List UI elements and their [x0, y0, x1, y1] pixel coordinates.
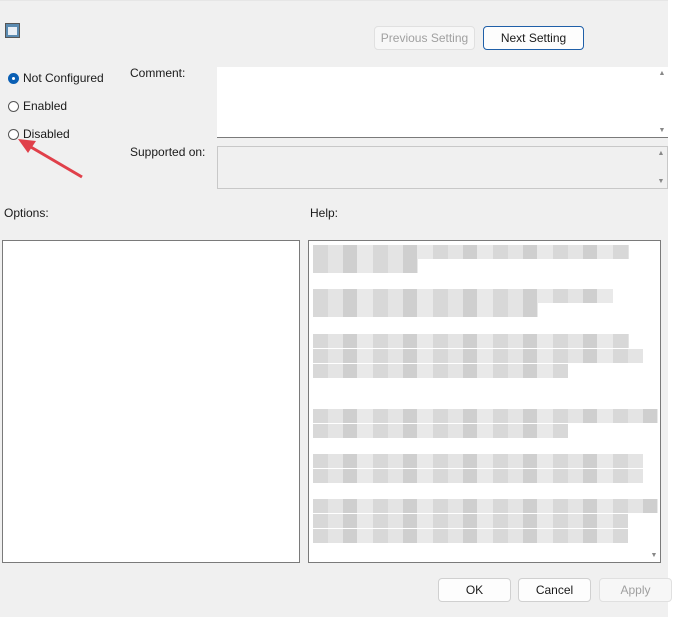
- supported-on-field: ▲ ▼: [217, 146, 668, 189]
- annotation-arrow-icon: [18, 139, 83, 179]
- supported-scrollbar[interactable]: ▲ ▼: [655, 147, 667, 188]
- radio-not-configured[interactable]: Not Configured: [8, 71, 104, 85]
- ok-button[interactable]: OK: [438, 578, 511, 602]
- options-panel: [2, 240, 300, 563]
- radio-enabled[interactable]: Enabled: [8, 99, 67, 113]
- comment-label: Comment:: [130, 66, 186, 80]
- comment-scrollbar[interactable]: ▲ ▼: [656, 67, 668, 137]
- cancel-button[interactable]: Cancel: [518, 578, 591, 602]
- help-label: Help:: [310, 206, 339, 220]
- policy-icon: [5, 23, 20, 38]
- policy-setting-dialog: Previous Setting Next Setting Not Config…: [0, 0, 672, 617]
- apply-button[interactable]: Apply: [599, 578, 672, 602]
- comment-textarea[interactable]: ▲ ▼: [217, 67, 668, 138]
- radio-icon: [8, 100, 19, 112]
- help-scrollbar[interactable]: ▼: [648, 545, 660, 562]
- radio-label: Not Configured: [23, 71, 104, 85]
- radio-selected-icon: [8, 72, 19, 84]
- next-setting-button[interactable]: Next Setting: [483, 26, 584, 50]
- help-panel: ▼: [308, 240, 661, 563]
- options-label: Options:: [4, 206, 49, 220]
- previous-setting-button[interactable]: Previous Setting: [374, 26, 475, 50]
- supported-on-label: Supported on:: [130, 145, 206, 159]
- radio-label: Enabled: [23, 99, 68, 113]
